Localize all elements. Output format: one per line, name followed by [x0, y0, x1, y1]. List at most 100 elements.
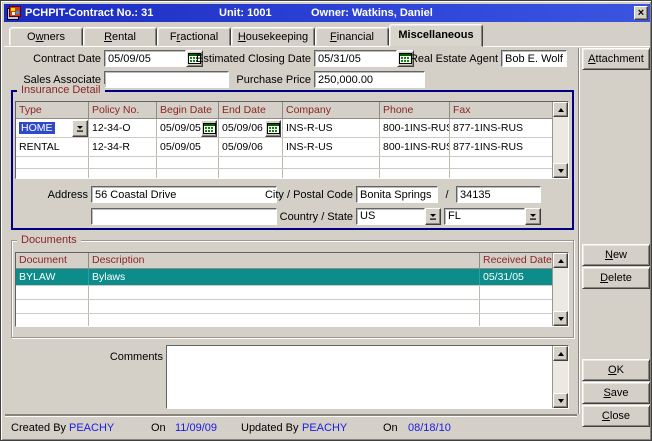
contract-date-input[interactable]: [104, 50, 186, 67]
close-window-button[interactable]: ×: [634, 6, 648, 20]
app-icon: [7, 6, 21, 20]
comments-textarea[interactable]: [168, 347, 552, 407]
window-title: PCHPIT-Contract No.: 31: [25, 6, 153, 20]
column-header[interactable]: Type: [16, 102, 89, 119]
country-value: US: [356, 208, 425, 225]
country-dropdown-button[interactable]: [425, 208, 441, 225]
created-by-label: Created By: [11, 422, 66, 435]
policy-cell: 12-34-O: [89, 119, 157, 137]
scroll-down-button[interactable]: [553, 163, 568, 178]
documents-grid-scrollbar[interactable]: [552, 253, 568, 326]
updated-on-label: On: [383, 422, 398, 435]
table-row[interactable]: [16, 300, 568, 314]
scroll-up-button[interactable]: [553, 346, 568, 361]
tab-miscellaneous[interactable]: Miscellaneous: [389, 24, 483, 47]
arrow-up-icon: [558, 256, 564, 263]
scroll-down-button[interactable]: [553, 393, 568, 408]
contract-date-label: Contract Date: [11, 51, 101, 68]
state-combobox[interactable]: FL: [444, 208, 541, 225]
insurance-grid-header: Type Policy No. Begin Date End Date Comp…: [16, 102, 568, 119]
tab-financial[interactable]: Financial: [315, 27, 389, 46]
scroll-up-button[interactable]: [553, 253, 568, 268]
insurance-detail-legend: Insurance Detail: [17, 84, 105, 96]
new-button[interactable]: New: [582, 244, 650, 266]
table-row[interactable]: [16, 157, 568, 169]
calendar-icon: [267, 123, 280, 134]
contract-window: PCHPIT-Contract No.: 31 Unit: 1001 Owner…: [0, 0, 652, 441]
arrow-down-icon: [558, 317, 564, 324]
selected-cell-text: HOME: [19, 122, 55, 134]
begin-date-cell: 05/09/05: [157, 138, 219, 156]
created-by-value: PEACHY: [69, 422, 114, 435]
created-on-value: 11/09/09: [175, 422, 217, 435]
column-header[interactable]: Fax: [450, 102, 554, 119]
end-date-cell: 05/09/06: [219, 138, 283, 156]
company-cell: INS-R-US: [283, 138, 380, 156]
calendar-icon: [203, 123, 216, 134]
window-title-owner: Owner: Watkins, Daniel: [311, 6, 433, 20]
purchase-price-input[interactable]: [314, 71, 425, 88]
table-row-selected[interactable]: BYLAW Bylaws 05/31/05: [16, 269, 568, 286]
close-button[interactable]: Close: [582, 405, 650, 427]
city-postal-label: City / Postal Code: [241, 187, 353, 204]
state-value: FL: [444, 208, 525, 225]
vertical-separator: [578, 48, 580, 414]
country-combobox[interactable]: US: [356, 208, 441, 225]
table-row[interactable]: [16, 286, 568, 300]
arrow-down-icon: [558, 399, 564, 406]
scroll-down-button[interactable]: [553, 311, 568, 326]
column-header[interactable]: Phone: [380, 102, 450, 119]
company-cell: INS-R-US: [283, 119, 380, 137]
dropdown-icon: [529, 212, 538, 221]
updated-on-value: 08/18/10: [408, 422, 451, 435]
documents-legend: Documents: [17, 234, 81, 246]
column-header[interactable]: Description: [89, 253, 480, 269]
arrow-down-icon: [558, 169, 564, 176]
close-icon: ×: [638, 7, 644, 19]
real-estate-agent-label: Real Estate Agent: [406, 51, 498, 68]
tab-fractional[interactable]: Fractional: [157, 27, 231, 46]
tab-housekeeping[interactable]: Housekeeping: [231, 27, 315, 46]
save-button[interactable]: Save: [582, 382, 650, 404]
insurance-grid-scrollbar[interactable]: [552, 102, 568, 178]
scroll-up-button[interactable]: [553, 102, 568, 117]
column-header[interactable]: Document: [16, 253, 89, 269]
ok-button[interactable]: OK: [582, 359, 650, 381]
end-date-calendar-button[interactable]: [265, 120, 281, 137]
policy-cell: 12-34-R: [89, 138, 157, 156]
column-header[interactable]: Policy No.: [89, 102, 157, 119]
tab-rental[interactable]: Rental: [83, 27, 157, 46]
state-dropdown-button[interactable]: [525, 208, 541, 225]
comments-scrollbar[interactable]: [552, 346, 568, 408]
table-row[interactable]: [16, 314, 568, 327]
tab-page-edge: [4, 46, 650, 47]
table-row[interactable]: HOME 12-34-O 05/09/05 05/09/06 INS-R-US …: [16, 119, 568, 138]
created-on-label: On: [151, 422, 166, 435]
delete-button[interactable]: Delete: [582, 267, 650, 289]
attachment-button[interactable]: Attachment: [582, 48, 650, 70]
estimated-closing-date-label: Estimated Closing Date: [191, 51, 311, 68]
column-header[interactable]: Begin Date: [157, 102, 219, 119]
type-cell: RENTAL: [16, 138, 89, 156]
country-state-label: Country / State: [241, 209, 353, 226]
updated-by-value: PEACHY: [302, 422, 347, 435]
estimated-closing-date-input[interactable]: [314, 50, 397, 67]
phone-cell: 800-1INS-RUS: [380, 119, 450, 137]
table-row[interactable]: [16, 169, 568, 179]
city-input[interactable]: [356, 186, 438, 203]
table-row[interactable]: RENTAL 12-34-R 05/09/05 05/09/06 INS-R-U…: [16, 138, 568, 157]
begin-date-calendar-button[interactable]: [201, 120, 217, 137]
title-bar[interactable]: PCHPIT-Contract No.: 31 Unit: 1001 Owner…: [4, 4, 650, 22]
postal-code-input[interactable]: [456, 186, 541, 203]
arrow-up-icon: [558, 105, 564, 112]
column-header[interactable]: End Date: [219, 102, 283, 119]
documents-grid-header: Document Description Received Date: [16, 253, 568, 269]
tab-owners[interactable]: Owners: [9, 27, 83, 46]
insurance-type-dropdown-button[interactable]: [72, 120, 88, 137]
column-header[interactable]: Received Date: [480, 253, 554, 269]
horizontal-separator: [5, 414, 577, 416]
real-estate-agent-input[interactable]: [501, 50, 567, 67]
phone-cell: 800-1INS-RUS: [380, 138, 450, 156]
address-label: Address: [18, 187, 88, 204]
column-header[interactable]: Company: [283, 102, 380, 119]
